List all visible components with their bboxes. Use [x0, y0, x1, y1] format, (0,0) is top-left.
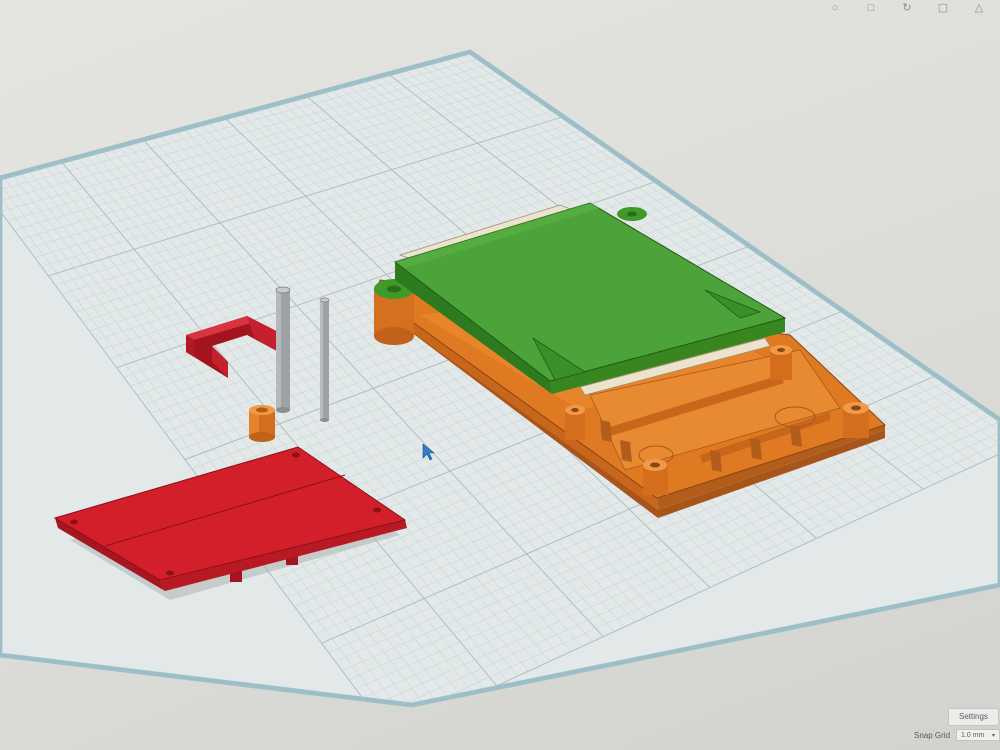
- 3d-viewport[interactable]: ○ □ ↻ ▢ △ Settings Snap Grid 1.0 mm ▾: [0, 0, 1000, 750]
- snap-grid-value: 1.0 mm: [961, 732, 985, 739]
- grey-rod-small[interactable]: [319, 297, 330, 422]
- snap-grid-select[interactable]: 1.0 mm ▾: [956, 729, 1000, 741]
- settings-button[interactable]: Settings: [948, 708, 999, 726]
- snap-grid-control: Snap Grid 1.0 mm ▾: [914, 728, 1000, 742]
- rotate-icon[interactable]: ↻: [900, 2, 914, 14]
- grey-rod-large[interactable]: [275, 286, 291, 413]
- hole-icon[interactable]: ▢: [936, 2, 950, 14]
- bulb-icon[interactable]: ○: [828, 2, 842, 14]
- workplane-scene[interactable]: [0, 0, 1000, 750]
- orange-spacer[interactable]: [249, 405, 275, 442]
- shape-icon[interactable]: □: [864, 2, 878, 14]
- mirror-icon[interactable]: △: [972, 2, 986, 14]
- view-toolbar: ○ □ ↻ ▢ △: [820, 0, 1000, 16]
- snap-grid-label: Snap Grid: [914, 730, 951, 740]
- chevron-down-icon: ▾: [991, 733, 995, 739]
